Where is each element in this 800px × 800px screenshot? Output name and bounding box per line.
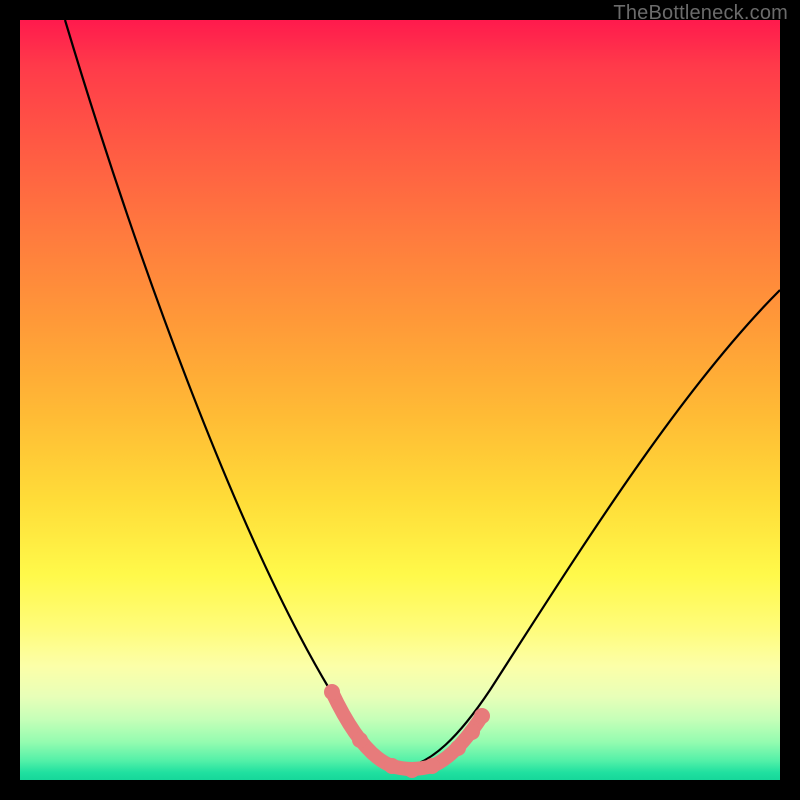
valley-marker-dot bbox=[464, 724, 480, 740]
valley-marker-dot bbox=[450, 740, 466, 756]
valley-marker-segment-left bbox=[332, 692, 392, 766]
valley-marker-dot bbox=[324, 684, 340, 700]
bottleneck-curve-svg bbox=[20, 20, 780, 780]
plot-area bbox=[20, 20, 780, 780]
chart-frame: TheBottleneck.com bbox=[0, 0, 800, 800]
valley-marker-dot bbox=[352, 732, 368, 748]
watermark-text: TheBottleneck.com bbox=[613, 2, 788, 25]
valley-marker-dot bbox=[424, 758, 440, 774]
valley-marker-dot bbox=[474, 708, 490, 724]
valley-marker-dot bbox=[404, 762, 420, 778]
valley-marker-dot bbox=[384, 758, 400, 774]
bottleneck-curve bbox=[65, 20, 780, 768]
valley-highlight-group bbox=[324, 684, 490, 778]
